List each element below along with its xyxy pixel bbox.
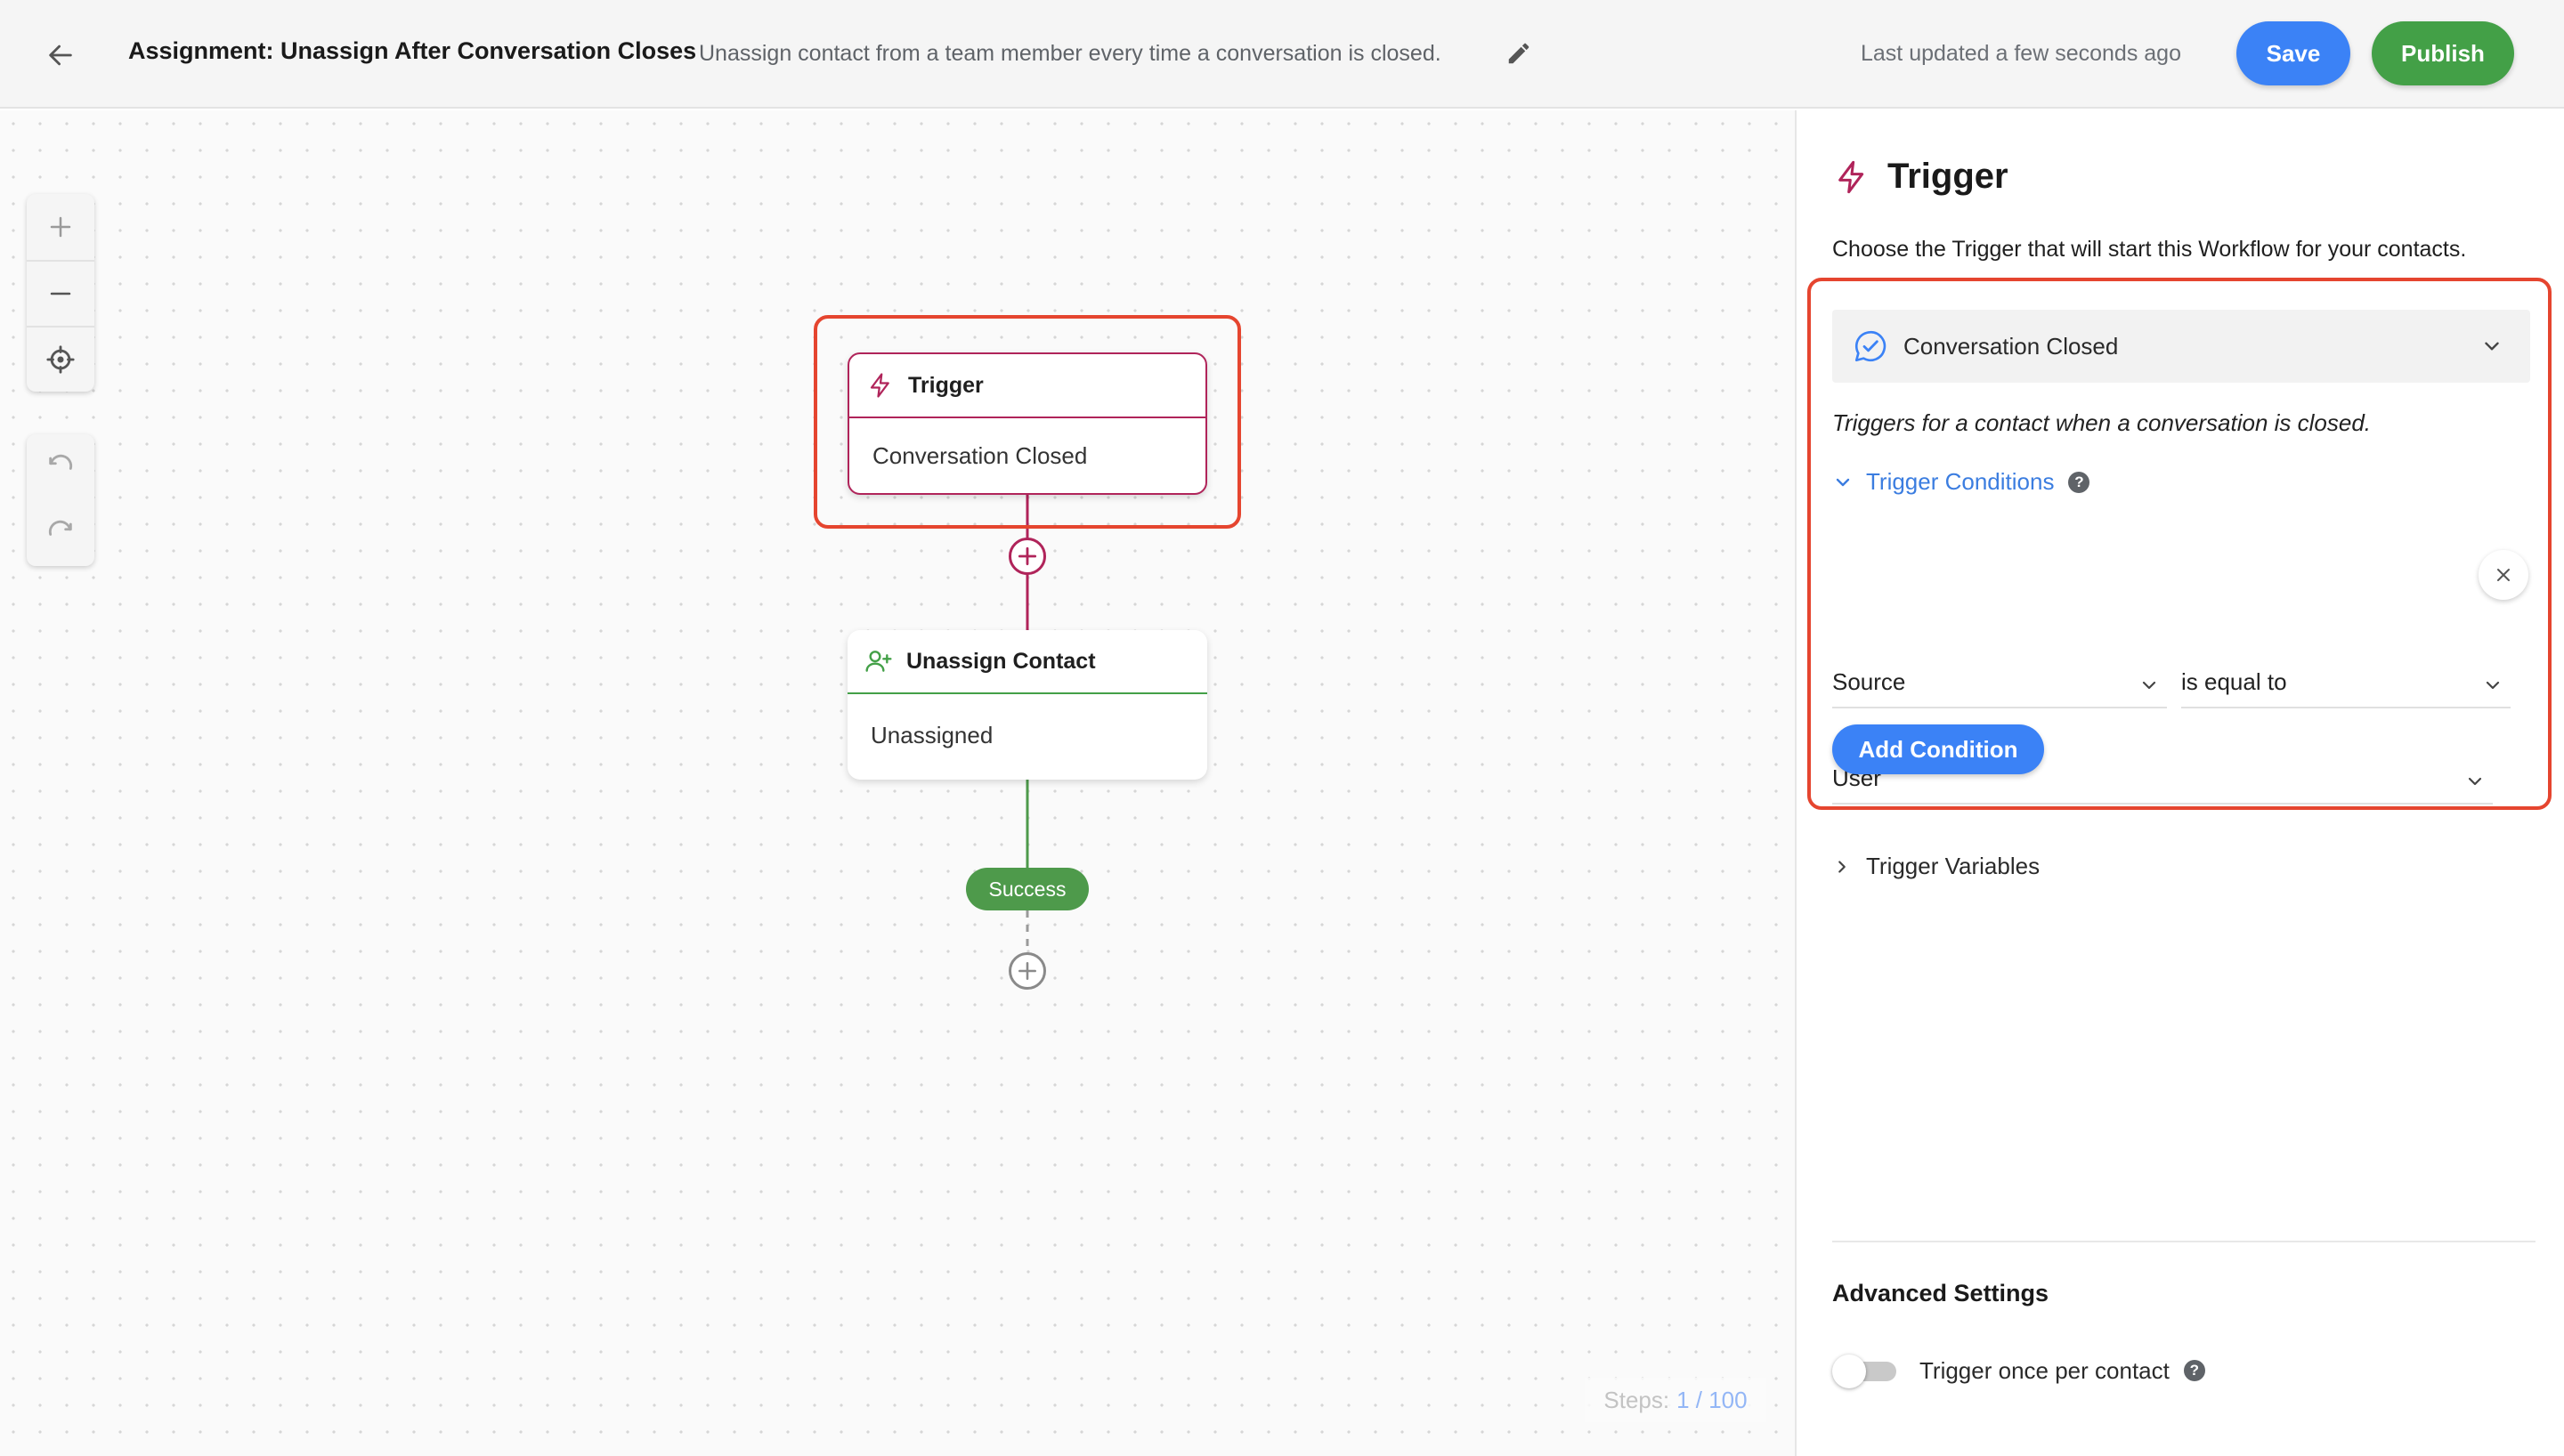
top-bar: Assignment: Unassign After Conversation …: [0, 0, 2564, 109]
steps-label: Steps:: [1603, 1386, 1670, 1413]
trigger-node-subtitle: Conversation Closed: [872, 441, 1088, 469]
trigger-settings-panel: Trigger Choose the Trigger that will sta…: [1795, 110, 2564, 1456]
add-step-button[interactable]: [1009, 538, 1046, 575]
remove-condition-button[interactable]: [2479, 550, 2528, 600]
action-node-subtitle: Unassigned: [871, 721, 994, 748]
last-updated-text: Last updated a few seconds ago: [1861, 41, 2181, 66]
trigger-help-text: Triggers for a contact when a conversati…: [1832, 409, 2372, 436]
arrow-left-icon: [49, 44, 72, 66]
chevron-down-icon: [2468, 777, 2482, 786]
pencil-icon: [1508, 43, 1529, 64]
action-node-header: Unassign Contact: [848, 630, 1207, 694]
add-next-step-button[interactable]: [1009, 952, 1046, 990]
trigger-once-label: Trigger once per contact: [1919, 1356, 2170, 1384]
workflow-canvas[interactable]: Trigger Conversation Closed Unassign Con…: [0, 110, 1795, 1456]
condition-operator-value: is equal to: [2181, 667, 2287, 695]
workflow-title: Assignment: Unassign After Conversation …: [128, 37, 697, 64]
trigger-node-title: Trigger: [908, 372, 984, 398]
panel-subtitle: Choose the Trigger that will start this …: [1832, 237, 2467, 262]
condition-field-value: Source: [1832, 667, 1906, 695]
divider: [1832, 1241, 2536, 1242]
chevron-down-icon: [2486, 681, 2500, 690]
trigger-node[interactable]: Trigger Conversation Closed: [848, 352, 1207, 495]
condition-field-select[interactable]: Source: [1832, 657, 2167, 708]
workflow-description: Unassign contact from a team member ever…: [699, 41, 1441, 66]
chevron-down-icon: [2485, 342, 2499, 351]
chat-check-icon: [1854, 330, 1886, 362]
panel-title-text: Trigger: [1887, 157, 2008, 196]
help-icon[interactable]: ?: [2068, 471, 2090, 493]
panel-title: Trigger: [1834, 157, 2008, 197]
trigger-node-header: Trigger: [849, 354, 1205, 418]
unassign-contact-node[interactable]: Unassign Contact Unassigned: [848, 630, 1207, 780]
action-node-title: Unassign Contact: [906, 648, 1096, 674]
publish-button[interactable]: Publish: [2372, 21, 2514, 85]
trigger-type-select[interactable]: Conversation Closed: [1832, 310, 2530, 383]
chevron-right-icon: [1832, 857, 1852, 877]
selected-trigger: Conversation Closed: [1903, 332, 2119, 360]
add-condition-button[interactable]: Add Condition: [1832, 724, 2044, 774]
plus-icon: [1018, 962, 1036, 980]
back-button[interactable]: [39, 34, 82, 77]
save-button[interactable]: Save: [2236, 21, 2350, 85]
lightning-bolt-icon: [1834, 158, 1873, 197]
condition-operator-select[interactable]: is equal to: [2181, 657, 2511, 708]
trigger-variables-label: Trigger Variables: [1866, 853, 2041, 879]
plus-icon: [1018, 546, 1037, 566]
steps-count: 1 / 100: [1676, 1386, 1748, 1413]
lightning-bolt-icon: [865, 370, 896, 400]
close-icon: [2497, 569, 2510, 581]
edit-title-button[interactable]: [1503, 37, 1535, 69]
trigger-once-row: Trigger once per contact ?: [1832, 1353, 2205, 1388]
steps-counter: Steps: 1 / 100: [1585, 1378, 1766, 1422]
trigger-once-toggle[interactable]: [1832, 1353, 1898, 1388]
chevron-down-icon: [2142, 681, 2156, 690]
trigger-conditions-label: Trigger Conditions: [1866, 468, 2055, 495]
trigger-conditions-toggle[interactable]: Trigger Conditions ?: [1832, 468, 2090, 496]
success-badge: Success: [966, 868, 1089, 910]
help-icon[interactable]: ?: [2183, 1360, 2205, 1381]
toggle-knob: [1832, 1355, 1866, 1388]
user-plus-icon: [864, 646, 894, 676]
chevron-down-icon: [1832, 472, 1854, 493]
advanced-settings-title: Advanced Settings: [1832, 1280, 2049, 1306]
trigger-variables-toggle[interactable]: Trigger Variables: [1832, 853, 2040, 880]
